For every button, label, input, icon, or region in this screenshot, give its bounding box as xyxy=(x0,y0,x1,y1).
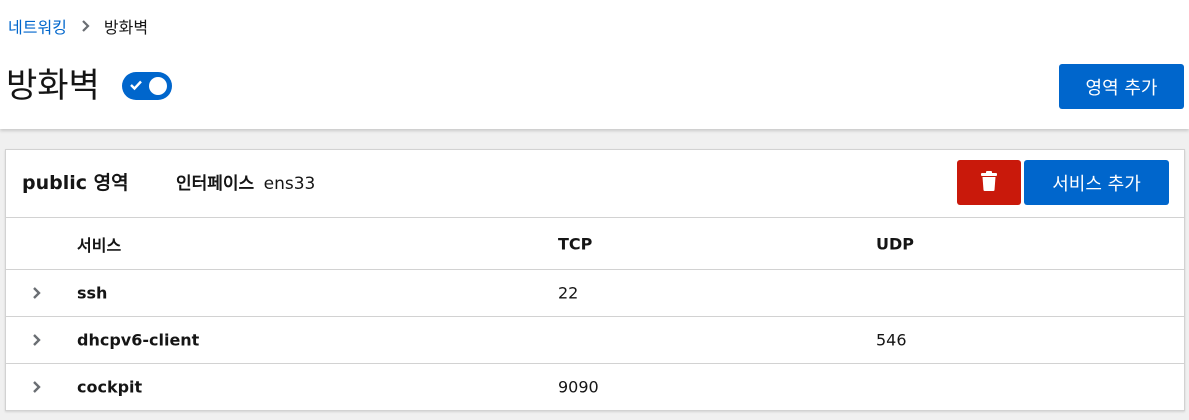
service-name: cockpit xyxy=(77,377,143,397)
add-service-button[interactable]: 서비스 추가 xyxy=(1024,160,1169,205)
zone-interfaces: 인터페이스 ens33 xyxy=(176,172,315,196)
table-row: dhcpv6-client 546 xyxy=(6,317,1184,364)
service-udp: 546 xyxy=(876,330,907,350)
page-header: 네트워킹 방화벽 방화벽 영역 추가 xyxy=(0,0,1189,129)
title-row: 방화벽 xyxy=(6,64,172,108)
service-tcp: 9090 xyxy=(558,377,599,397)
zone-title: public 영역 xyxy=(22,172,129,194)
add-zone-button[interactable]: 영역 추가 xyxy=(1059,64,1184,109)
column-header-service: 서비스 xyxy=(77,235,122,255)
service-tcp: 22 xyxy=(558,283,579,303)
check-icon xyxy=(129,78,143,96)
trash-icon xyxy=(980,171,998,194)
breadcrumb-separator-icon xyxy=(81,18,90,38)
service-name: dhcpv6-client xyxy=(77,330,200,350)
table-row: cockpit 9090 xyxy=(6,364,1184,410)
column-header-udp: UDP xyxy=(876,234,914,253)
toggle-knob xyxy=(148,77,167,95)
table-header-row: 서비스 TCP UDP xyxy=(6,218,1184,270)
interface-label: 인터페이스 xyxy=(176,174,255,194)
delete-zone-button[interactable] xyxy=(957,160,1021,205)
breadcrumb-networking-link[interactable]: 네트워킹 xyxy=(8,18,67,38)
column-header-tcp: TCP xyxy=(558,234,593,253)
zone-card-header: public 영역 인터페이스 ens33 서비스 추가 xyxy=(6,150,1184,218)
breadcrumb-current: 방화벽 xyxy=(103,18,149,37)
chevron-right-icon[interactable] xyxy=(30,333,44,347)
page-title: 방화벽 xyxy=(6,66,100,106)
breadcrumb: 네트워킹 방화벽 xyxy=(8,18,148,38)
firewall-toggle[interactable] xyxy=(121,72,172,100)
zone-card: public 영역 인터페이스 ens33 서비스 추가 서비스 TCP UDP xyxy=(5,149,1185,411)
table-row: ssh 22 xyxy=(6,270,1184,317)
chevron-right-icon[interactable] xyxy=(30,286,44,300)
chevron-right-icon[interactable] xyxy=(30,380,44,394)
service-name: ssh xyxy=(77,283,108,303)
services-table: 서비스 TCP UDP ssh 22 dhcpv6-client 546 coc… xyxy=(6,218,1184,410)
interface-value: ens33 xyxy=(263,174,316,194)
